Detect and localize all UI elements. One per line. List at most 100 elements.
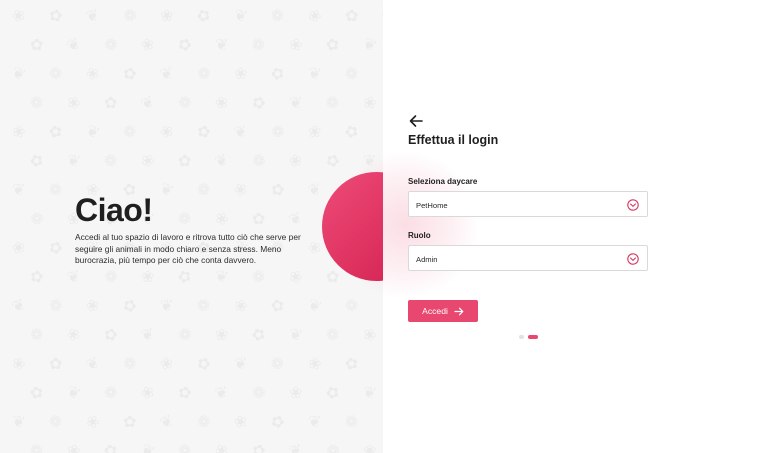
paw-print-icon: ✿: [268, 410, 288, 433]
paw-print-icon: ❦: [361, 382, 378, 403]
paw-print-icon: ❦: [215, 37, 228, 53]
paw-print-icon: ❦: [12, 182, 25, 198]
login-button[interactable]: Accedi: [408, 300, 478, 322]
paw-print-icon: ❦: [305, 294, 325, 317]
paw-print-icon: ❀: [9, 4, 29, 27]
role-select-value: Admin: [416, 255, 438, 264]
paw-print-icon: ❦: [286, 207, 306, 230]
paw-print-icon: ✿: [28, 266, 45, 287]
paw-print-icon: ❀: [306, 353, 323, 374]
paw-print-icon: ❀: [360, 323, 380, 346]
paw-print-icon: ❦: [138, 91, 158, 114]
daycare-select-value: PetHome: [416, 201, 448, 210]
paw-print-icon: ❁: [268, 120, 288, 143]
paw-print-icon: ✿: [175, 33, 195, 56]
paw-print-icon: ✿: [195, 121, 212, 142]
step-indicator-2-active[interactable]: [528, 335, 538, 339]
paw-print-icon: ❀: [286, 265, 306, 288]
paw-print-icon: ❁: [197, 182, 210, 198]
paw-print-icon: ✿: [28, 382, 45, 403]
paw-print-icon: ✿: [176, 382, 193, 403]
paw-print-icon: ❀: [289, 385, 302, 401]
paw-print-icon: ❦: [232, 121, 249, 142]
paw-print-icon: ❦: [139, 324, 156, 345]
paw-print-icon: ✿: [123, 414, 136, 430]
paw-print-icon: ❁: [343, 63, 360, 84]
paw-print-icon: ❁: [324, 324, 341, 345]
paw-print-icon: ❁: [120, 4, 140, 27]
paw-print-icon: ❀: [232, 411, 249, 432]
paw-print-icon: ✿: [104, 95, 117, 111]
paw-print-icon: ❁: [195, 411, 212, 432]
paw-print-icon: ❁: [27, 207, 47, 230]
paw-print-icon: ❦: [306, 63, 323, 84]
paw-print-icon: ❁: [46, 178, 66, 201]
paw-print-icon: ❀: [212, 207, 232, 230]
paw-print-icon: ❁: [249, 381, 269, 404]
paw-print-icon: ❀: [234, 66, 247, 82]
paw-print-icon: ❁: [176, 208, 193, 229]
paw-print-icon: ❦: [157, 178, 177, 201]
step-indicator-1[interactable]: [519, 335, 524, 339]
paw-print-icon: ❀: [141, 269, 154, 285]
paw-print-icon: ❀: [139, 34, 156, 55]
paw-print-icon: ❀: [232, 295, 249, 316]
role-select[interactable]: Admin: [408, 245, 648, 271]
paw-print-icon: ❦: [138, 439, 158, 453]
paw-print-icon: ✿: [324, 34, 341, 55]
paw-print-icon: ❦: [83, 352, 103, 375]
daycare-label: Seleziona daycare: [408, 177, 478, 186]
paw-print-icon: ❁: [250, 266, 267, 287]
welcome-heading: Ciao!: [75, 192, 153, 228]
paw-print-icon: ✿: [345, 8, 358, 24]
paw-print-icon: ❀: [213, 92, 230, 113]
paw-print-icon: ❀: [308, 124, 321, 140]
paw-print-icon: ❀: [10, 237, 27, 258]
paw-print-icon: ✿: [342, 120, 362, 143]
welcome-text: Accedi al tuo spazio di lavoro e ritrova…: [75, 232, 301, 266]
paw-print-icon: ❁: [102, 150, 119, 171]
daycare-select[interactable]: PetHome: [408, 191, 648, 217]
paw-print-icon: ❦: [213, 266, 230, 287]
paw-print-icon: ❁: [249, 33, 269, 56]
decorative-circle: [322, 172, 383, 281]
paw-print-icon: ❁: [47, 295, 64, 316]
paw-print-icon: ❁: [323, 439, 343, 453]
paw-print-icon: ✿: [49, 356, 62, 372]
paw-print-icon: ❁: [101, 265, 121, 288]
paw-print-icon: ❁: [178, 443, 191, 453]
paw-print-icon: ✿: [194, 4, 214, 27]
paw-print-icon: ❦: [9, 62, 29, 85]
chevron-down-circle-icon: [627, 199, 639, 211]
back-button[interactable]: [408, 114, 424, 128]
paw-print-icon: ✿: [47, 5, 64, 26]
paw-print-icon: ❀: [215, 327, 228, 343]
paw-print-icon: ❁: [121, 353, 138, 374]
paw-print-icon: ❦: [157, 410, 177, 433]
paw-print-icon: ❦: [64, 381, 84, 404]
arrow-left-icon: [409, 115, 423, 127]
paw-print-icon: ✿: [323, 149, 343, 172]
paw-print-icon: ❦: [212, 149, 232, 172]
paw-print-icon: ❦: [65, 266, 82, 287]
paw-print-icon: ✿: [120, 294, 140, 317]
paw-print-icon: ✿: [175, 265, 195, 288]
paw-print-icon: ❦: [213, 382, 230, 403]
paw-print-icon: ❁: [28, 92, 45, 113]
paw-print-icon: ✿: [178, 153, 191, 169]
paw-print-icon: ❁: [342, 410, 362, 433]
paw-print-icon: ❀: [157, 120, 177, 143]
paw-print-icon: ❀: [363, 443, 376, 453]
paw-print-icon: ❦: [232, 5, 249, 26]
paw-print-icon: ❦: [308, 414, 321, 430]
paw-print-icon: ❀: [10, 121, 27, 142]
paw-print-icon: ✿: [121, 63, 138, 84]
paw-print-icon: ✿: [102, 440, 119, 453]
role-label: Ruolo: [408, 231, 431, 240]
paw-print-icon: ❀: [212, 439, 232, 453]
paw-print-icon: ❀: [84, 295, 101, 316]
paw-print-icon: ✿: [269, 179, 286, 200]
paw-print-icon: ❦: [160, 298, 173, 314]
paw-print-icon: ✿: [269, 295, 286, 316]
paw-print-icon: ✿: [268, 62, 288, 85]
